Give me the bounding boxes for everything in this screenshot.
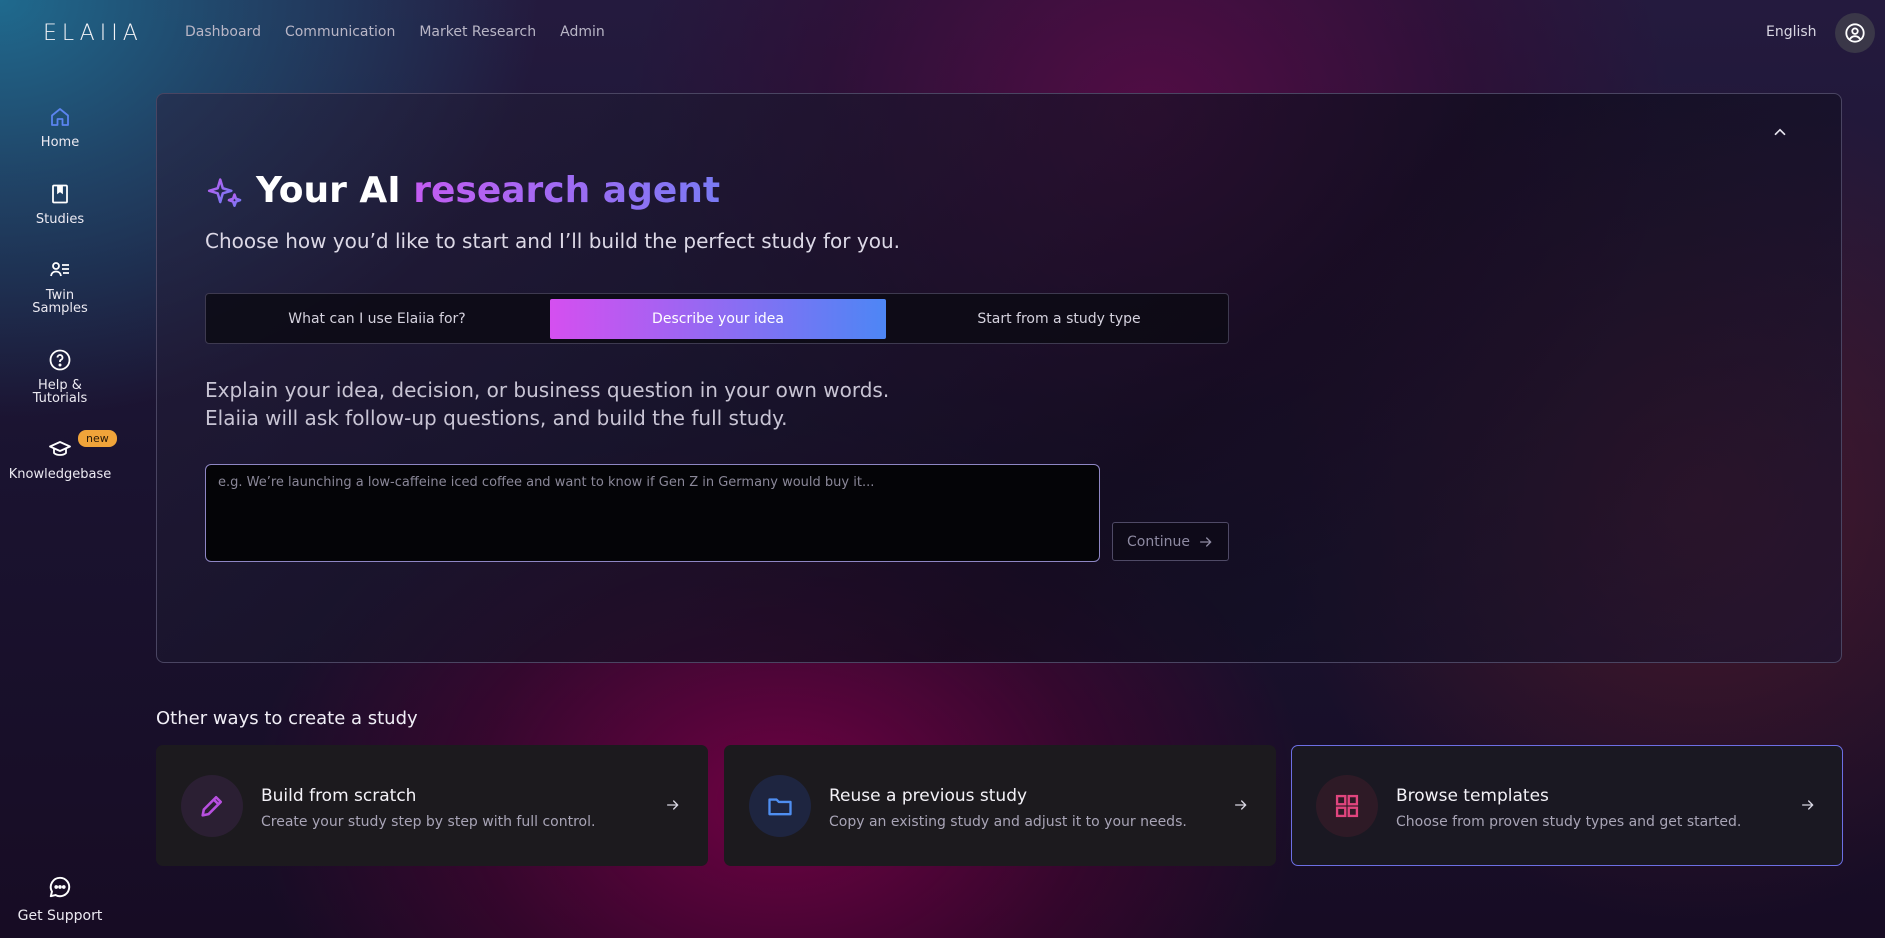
top-nav: Dashboard Communication Market Research … [185,24,605,40]
section-title: Other ways to create a study [156,708,418,729]
card-browse-templates[interactable]: Browse templates Choose from proven stud… [1291,745,1843,866]
book-icon [52,184,68,204]
support-label: Get Support [17,908,103,924]
idea-instructions: Explain your idea, decision, or business… [205,376,889,432]
chat-bubble-icon [49,876,71,898]
chevron-up-icon [1774,128,1786,136]
instruction-line-1: Explain your idea, decision, or business… [205,378,890,402]
continue-label: Continue [1127,533,1190,550]
sidebar-item-label: Knowledgebase [8,467,112,482]
title-highlight: research agent [413,170,721,211]
instruction-line-2: Elaiia will ask follow-up questions, and… [205,406,788,430]
card-title: Reuse a previous study [829,786,1028,806]
nav-communication[interactable]: Communication [285,24,395,40]
sidebar-item-label: Help & Tutorials [32,378,88,406]
arrow-right-icon [1235,800,1247,810]
card-reuse-previous-study[interactable]: Reuse a previous study Copy an existing … [724,745,1276,866]
nav-admin[interactable]: Admin [560,24,605,40]
card-build-from-scratch[interactable]: Build from scratch Create your study ste… [156,745,708,866]
folder-icon [768,798,792,816]
new-badge: new [78,430,117,447]
sparkle-icon [207,178,242,207]
get-support-button[interactable]: Get Support [0,874,120,924]
sidebar-item-label: Home [40,135,80,150]
sidebar-item-label: Studies [35,212,85,227]
card-description: Create your study step by step with full… [261,814,596,830]
icon-circle [749,775,811,837]
continue-button[interactable]: Continue [1112,522,1229,561]
grid-icon [1335,794,1359,818]
card-title: Browse templates [1396,786,1549,806]
sidebar-item-studies[interactable]: Studies [0,182,120,226]
title-prefix: Your AI [256,170,401,211]
help-circle-icon [49,349,71,371]
sidebar-item-home[interactable]: Home [0,105,120,149]
sidebar-item-label: Twin Samples [32,288,88,316]
account-button[interactable] [1835,13,1875,53]
graduation-cap-icon [49,441,71,456]
card-description: Copy an existing study and adjust it to … [829,814,1187,830]
collapse-button[interactable] [1766,118,1794,146]
sidebar-item-twin-samples[interactable]: Twin Samples [0,258,120,315]
pencil-icon [201,795,223,817]
page-subtitle: Choose how you’d like to start and I’ll … [205,229,900,253]
card-description: Choose from proven study types and get s… [1396,814,1742,830]
icon-circle [1316,775,1378,837]
card-title: Build from scratch [261,786,417,806]
idea-input[interactable] [205,464,1100,562]
top-bar: ELAIIA Dashboard Communication Market Re… [0,0,1885,66]
start-mode-tabs: What can I use Elaiia for? Describe your… [205,293,1229,344]
arrow-right-icon [1802,800,1814,810]
tab-study-type[interactable]: Start from a study type [894,299,1224,339]
icon-circle [181,775,243,837]
user-list-icon [50,262,69,277]
arrow-right-icon [1199,536,1212,547]
elaiia-logo[interactable]: ELAIIA [43,21,143,46]
home-icon [51,108,69,126]
language-selector[interactable]: English [1766,24,1817,40]
sidebar-item-help[interactable]: Help & Tutorials [0,348,120,405]
nav-dashboard[interactable]: Dashboard [185,24,261,40]
arrow-right-icon [667,800,679,810]
page-title: Your AI research agent [256,170,720,211]
tab-what-can-i-use[interactable]: What can I use Elaiia for? [212,299,542,339]
tab-describe-idea[interactable]: Describe your idea [550,299,886,339]
nav-market-research[interactable]: Market Research [419,24,536,40]
user-circle-icon [1845,23,1865,43]
